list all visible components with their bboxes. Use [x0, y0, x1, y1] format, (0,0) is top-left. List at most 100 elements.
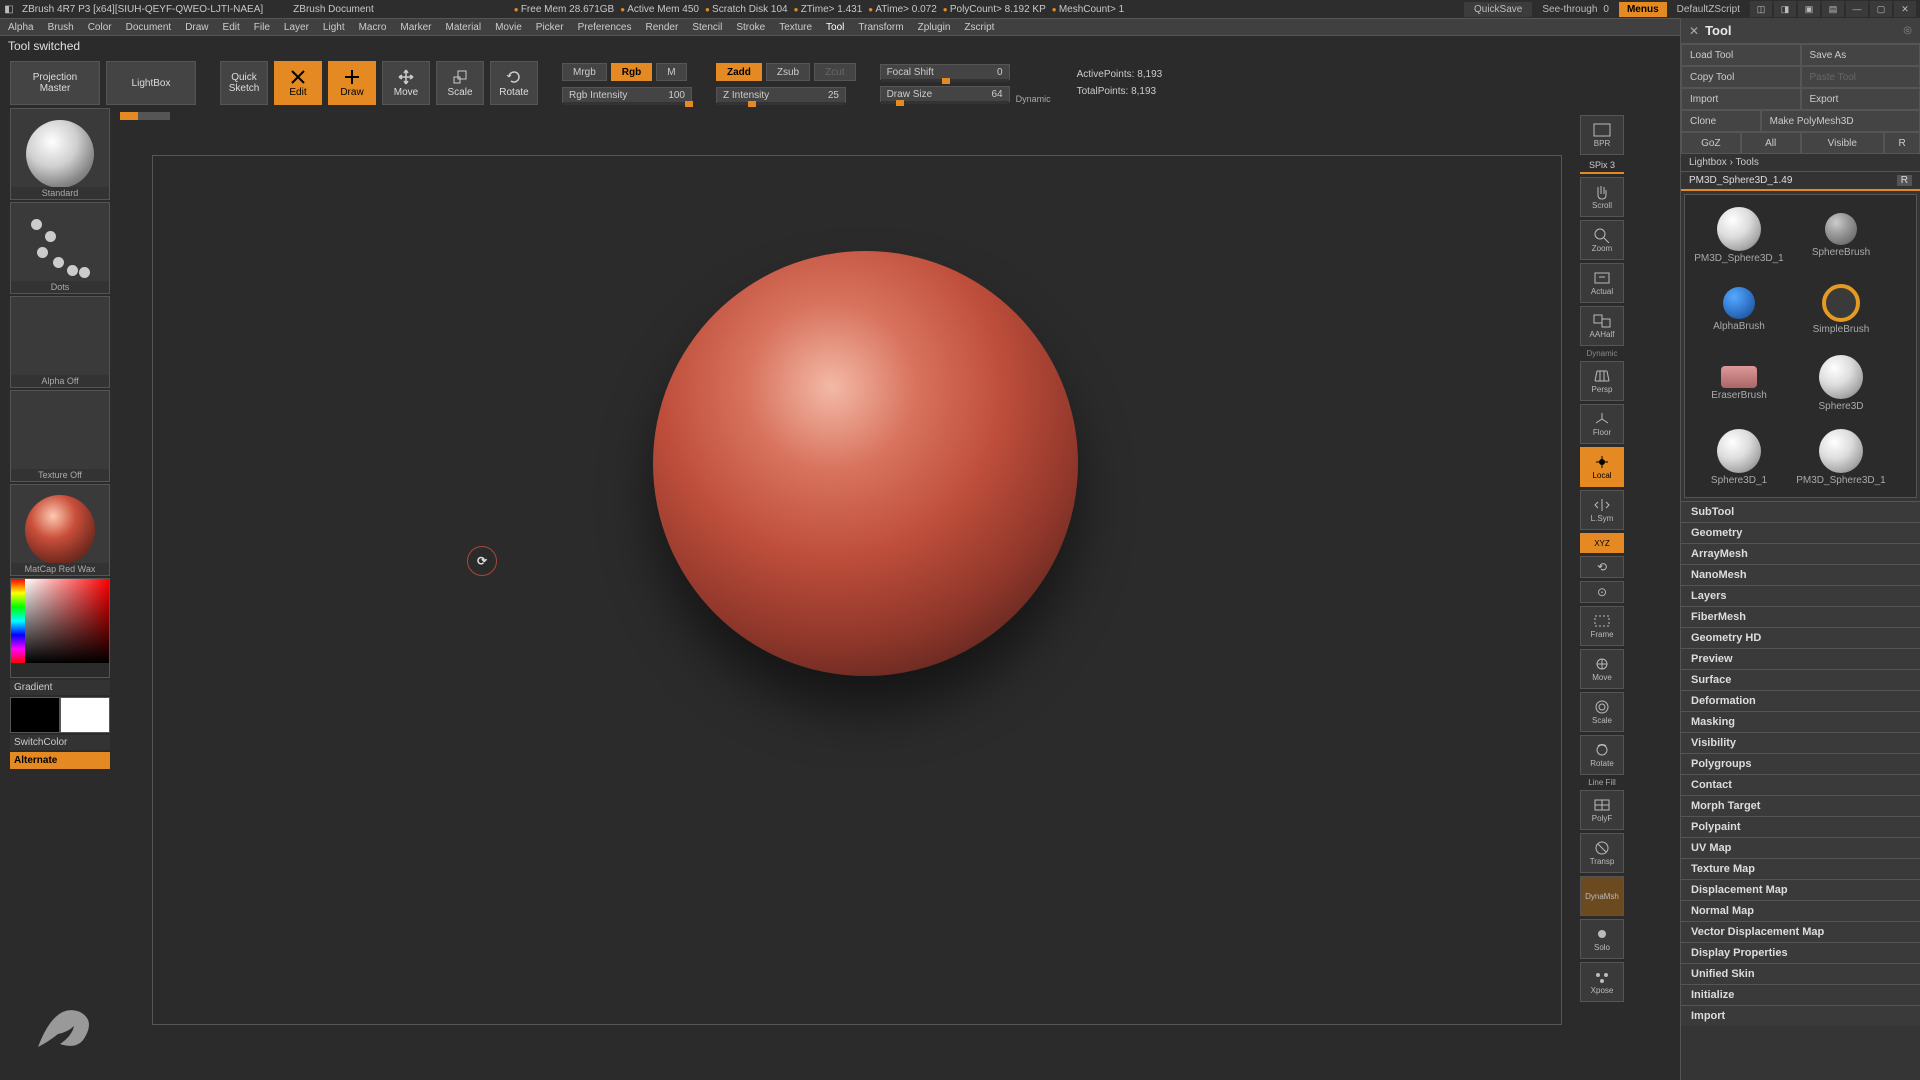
- window-btn-2[interactable]: ◨: [1774, 1, 1796, 17]
- brush-thumb[interactable]: Standard: [10, 108, 110, 200]
- menu-material[interactable]: Material: [446, 22, 482, 33]
- accordion-vector-displacement-map[interactable]: Vector Displacement Map: [1681, 921, 1920, 942]
- maximize-button[interactable]: ▢: [1870, 1, 1892, 17]
- frame-button[interactable]: Frame: [1580, 606, 1624, 646]
- accordion-texture-map[interactable]: Texture Map: [1681, 858, 1920, 879]
- menu-tool[interactable]: Tool: [826, 22, 844, 33]
- accordion-deformation[interactable]: Deformation: [1681, 690, 1920, 711]
- accordion-fibermesh[interactable]: FiberMesh: [1681, 606, 1920, 627]
- z-intensity-slider[interactable]: Z Intensity25: [716, 87, 846, 103]
- alternate-button[interactable]: Alternate: [10, 752, 110, 769]
- menu-preferences[interactable]: Preferences: [578, 22, 632, 33]
- zcut-button[interactable]: Zcut: [814, 63, 855, 81]
- accordion-uv-map[interactable]: UV Map: [1681, 837, 1920, 858]
- save-as-button[interactable]: Save As: [1801, 44, 1920, 66]
- tool-item-6[interactable]: Sphere3D_1: [1691, 423, 1787, 491]
- accordion-morph-target[interactable]: Morph Target: [1681, 795, 1920, 816]
- texture-thumb[interactable]: Texture Off: [10, 390, 110, 482]
- menu-macro[interactable]: Macro: [359, 22, 387, 33]
- load-tool-button[interactable]: Load Tool: [1681, 44, 1801, 66]
- menu-light[interactable]: Light: [323, 22, 345, 33]
- menu-movie[interactable]: Movie: [495, 22, 522, 33]
- rotate-cam-button[interactable]: Rotate: [1580, 735, 1624, 775]
- draw-size-slider[interactable]: Draw Size64: [880, 86, 1010, 102]
- local-button[interactable]: Local: [1580, 447, 1624, 487]
- menu-stencil[interactable]: Stencil: [692, 22, 722, 33]
- stroke-thumb[interactable]: Dots: [10, 202, 110, 294]
- export-button[interactable]: Export: [1801, 88, 1920, 110]
- menu-alpha[interactable]: Alpha: [8, 22, 34, 33]
- focal-shift-slider[interactable]: Focal Shift0: [880, 64, 1010, 80]
- clone-button[interactable]: Clone: [1681, 110, 1761, 132]
- move-mode-button[interactable]: Move: [382, 61, 430, 105]
- lsym-button[interactable]: L.Sym: [1580, 490, 1624, 530]
- menu-texture[interactable]: Texture: [779, 22, 812, 33]
- goz-r-button[interactable]: R: [1884, 132, 1920, 154]
- lightbox-tools-link[interactable]: Lightbox › Tools: [1681, 154, 1920, 172]
- timeline-mini[interactable]: [120, 112, 170, 120]
- tool-item-0[interactable]: PM3D_Sphere3D_1: [1691, 201, 1787, 269]
- menu-file[interactable]: File: [254, 22, 270, 33]
- xpose-button[interactable]: Xpose: [1580, 962, 1624, 1002]
- hue-strip[interactable]: [11, 579, 25, 663]
- accordion-visibility[interactable]: Visibility: [1681, 732, 1920, 753]
- tool-item-4[interactable]: EraserBrush: [1691, 349, 1787, 417]
- minimize-button[interactable]: —: [1846, 1, 1868, 17]
- window-btn-4[interactable]: ▤: [1822, 1, 1844, 17]
- menu-color[interactable]: Color: [88, 22, 112, 33]
- accordion-masking[interactable]: Masking: [1681, 711, 1920, 732]
- scroll-button[interactable]: Scroll: [1580, 177, 1624, 217]
- rotate-mode-button[interactable]: Rotate: [490, 61, 538, 105]
- goz-visible-button[interactable]: Visible: [1801, 132, 1885, 154]
- accordion-unified-skin[interactable]: Unified Skin: [1681, 963, 1920, 984]
- current-tool-name[interactable]: PM3D_Sphere3D_1.49 R: [1681, 172, 1920, 191]
- accordion-preview[interactable]: Preview: [1681, 648, 1920, 669]
- tool-item-5[interactable]: Sphere3D: [1793, 349, 1889, 417]
- rgb-intensity-slider[interactable]: Rgb Intensity100: [562, 87, 692, 103]
- accordion-layers[interactable]: Layers: [1681, 585, 1920, 606]
- menu-zplugin[interactable]: Zplugin: [918, 22, 951, 33]
- zoom-button[interactable]: Zoom: [1580, 220, 1624, 260]
- viewport[interactable]: ⟳: [152, 155, 1562, 1025]
- quick-sketch-button[interactable]: Quick Sketch: [220, 61, 268, 105]
- rgb-button[interactable]: Rgb: [611, 63, 652, 81]
- accordion-normal-map[interactable]: Normal Map: [1681, 900, 1920, 921]
- aahalf-button[interactable]: AAHalf: [1580, 306, 1624, 346]
- color-picker[interactable]: [10, 578, 110, 678]
- spix-slider[interactable]: SPix 3: [1580, 158, 1624, 174]
- zoom-fit-button[interactable]: ⊙: [1580, 581, 1624, 603]
- menus-toggle[interactable]: Menus: [1619, 2, 1667, 17]
- accordion-initialize[interactable]: Initialize: [1681, 984, 1920, 1005]
- menu-picker[interactable]: Picker: [536, 22, 564, 33]
- menu-edit[interactable]: Edit: [223, 22, 240, 33]
- bpr-button[interactable]: BPR: [1580, 115, 1624, 155]
- goz-button[interactable]: GoZ: [1681, 132, 1741, 154]
- alpha-thumb[interactable]: Alpha Off: [10, 296, 110, 388]
- menu-render[interactable]: Render: [646, 22, 679, 33]
- tool-item-7[interactable]: PM3D_Sphere3D_1: [1793, 423, 1889, 491]
- menu-marker[interactable]: Marker: [400, 22, 431, 33]
- script-name[interactable]: DefaultZScript: [1669, 2, 1748, 17]
- panel-pin-icon[interactable]: ◎: [1903, 25, 1912, 36]
- saturation-box[interactable]: [25, 579, 109, 663]
- swatch-black[interactable]: [10, 697, 60, 733]
- move-cam-button[interactable]: Move: [1580, 649, 1624, 689]
- draw-mode-button[interactable]: Draw: [328, 61, 376, 105]
- window-btn-3[interactable]: ▣: [1798, 1, 1820, 17]
- tool-item-1[interactable]: SphereBrush: [1793, 201, 1889, 269]
- accordion-import[interactable]: Import: [1681, 1005, 1920, 1026]
- transp-button[interactable]: Transp: [1580, 833, 1624, 873]
- tool-item-3[interactable]: SimpleBrush: [1793, 275, 1889, 343]
- dynamic-label[interactable]: Dynamic: [1016, 94, 1051, 108]
- goz-all-button[interactable]: All: [1741, 132, 1801, 154]
- zadd-button[interactable]: Zadd: [716, 63, 762, 81]
- menu-transform[interactable]: Transform: [858, 22, 903, 33]
- switchcolor-button[interactable]: SwitchColor: [10, 735, 110, 750]
- quicksave-button[interactable]: QuickSave: [1464, 2, 1532, 17]
- menu-document[interactable]: Document: [126, 22, 172, 33]
- rotate-axis-button[interactable]: ⟲: [1580, 556, 1624, 578]
- accordion-subtool[interactable]: SubTool: [1681, 501, 1920, 522]
- panel-close-icon[interactable]: ✕: [1689, 24, 1699, 38]
- seethrough-slider[interactable]: See-through 0: [1534, 2, 1617, 17]
- accordion-nanomesh[interactable]: NanoMesh: [1681, 564, 1920, 585]
